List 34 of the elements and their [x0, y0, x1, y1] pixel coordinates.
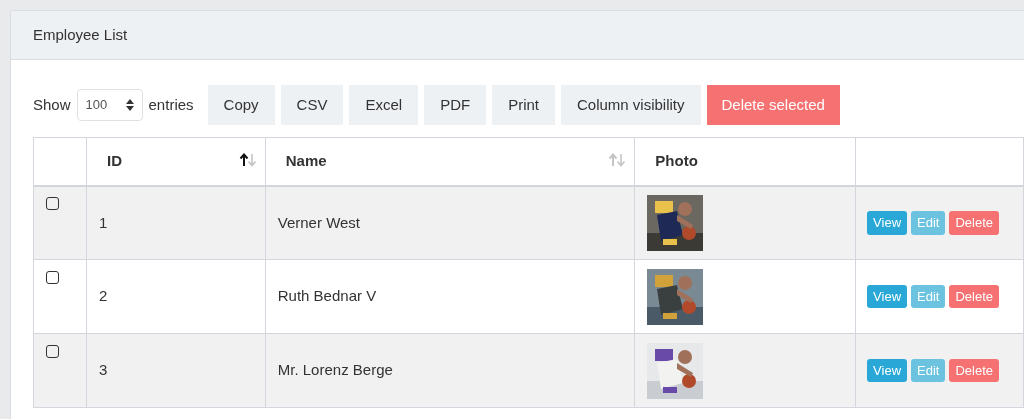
export-button[interactable]: CSV [280, 85, 344, 125]
sort-icon[interactable] [238, 153, 257, 167]
entries-label: entries [148, 94, 194, 115]
view-button[interactable]: View [867, 284, 908, 309]
row-checkbox[interactable] [46, 196, 59, 210]
page-size-select[interactable]: 100 [76, 89, 143, 121]
column-header[interactable]: Name [285, 152, 327, 169]
delete-button[interactable]: Delete [949, 211, 1000, 235]
edit-button[interactable]: Edit [911, 358, 946, 383]
table-cell: 1 [86, 185, 266, 260]
view-button[interactable]: View [867, 211, 908, 235]
column-header: Photo [655, 152, 698, 169]
delete-button[interactable]: Delete [949, 358, 1000, 383]
table-cell: 2 [86, 259, 266, 334]
export-button[interactable]: Column visibility [560, 85, 701, 125]
table-cell: Mr. Lorenz Berge [265, 333, 635, 408]
view-button[interactable]: View [867, 358, 908, 383]
table-cell: 3 [86, 333, 266, 408]
card-title: Employee List [33, 24, 128, 45]
export-button[interactable]: PDF [424, 85, 487, 125]
row-checkbox[interactable] [46, 270, 59, 284]
table-cell: Ruth Bednar V [265, 259, 635, 334]
edit-button[interactable]: Edit [911, 211, 946, 235]
table-cell: Verner West [265, 185, 635, 260]
row-checkbox[interactable] [46, 344, 59, 358]
export-button[interactable]: Print [492, 85, 555, 125]
show-label: Show [33, 94, 71, 115]
column-header[interactable]: ID [106, 152, 122, 169]
stepper-icon [125, 99, 134, 111]
export-button[interactable]: Excel [349, 85, 419, 125]
delete-button[interactable]: Delete [949, 284, 1000, 309]
export-button[interactable]: Copy [207, 85, 275, 125]
delete-selected-button[interactable]: Delete selected [706, 85, 840, 125]
edit-button[interactable]: Edit [911, 284, 946, 309]
